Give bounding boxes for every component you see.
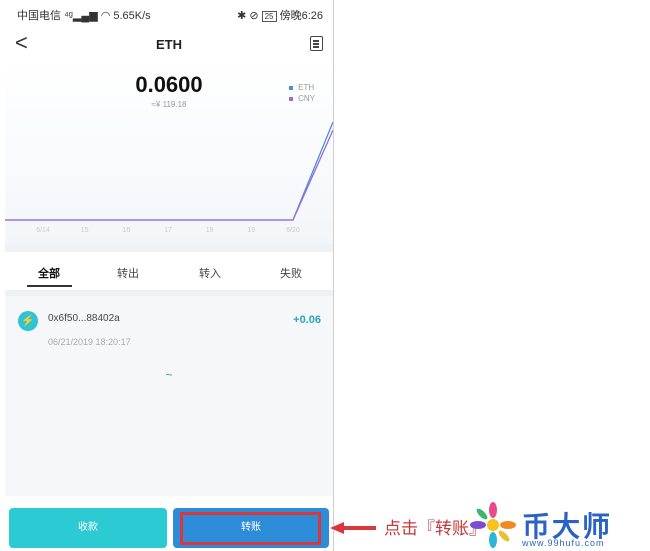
brand-logo-icon [470,502,516,548]
series-line-cny [5,129,333,221]
bluetooth-icon: ✱ ⊘ [237,10,262,22]
net-speed: 5.65K/s [113,10,151,22]
document-icon[interactable] [310,36,323,51]
transaction-list: ⚡ 0x6f50...88402a +0.06 06/21/2019 18:20… [5,296,333,496]
x-tick-label: 15 [81,227,89,234]
tab-incoming[interactable]: 转入 [180,265,240,281]
x-tick-label: 16 [122,227,130,234]
x-tick-label: 19 [247,227,255,234]
nav-bar: < ETH [5,28,333,60]
tab-all[interactable]: 全部 [19,265,79,281]
x-tick-label: 6/20 [286,227,300,234]
filter-tabs: 全部 转出 转入 失败 [5,252,333,290]
signal-icon: ⁴ᵍ▂▄▆ ◠ [64,10,114,22]
tx-amount: +0.06 [293,314,321,326]
tx-address: 0x6f50...88402a [48,313,120,324]
list-end-indicator: ~ [165,368,173,382]
balance-chart: 6/14 15 16 17 18 19 6/20 [5,121,333,234]
active-tab-indicator [27,285,72,287]
tx-date: 06/21/2019 18:20:17 [48,337,131,347]
list-item[interactable]: ⚡ 0x6f50...88402a +0.06 06/21/2019 18:20… [5,296,333,356]
tab-failed[interactable]: 失败 [261,265,321,281]
battery-icon: 25 [261,11,277,22]
carrier: 中国电信 [17,10,61,22]
receive-button[interactable]: 收款 [9,508,167,548]
x-tick-label: 6/14 [36,227,50,234]
tab-outgoing[interactable]: 转出 [98,265,158,281]
screenshot: 中国电信 ⁴ᵍ▂▄▆ ◠ 5.65K/s ✱ ⊘ 25 傍晚6:26 < ETH… [0,0,650,551]
x-tick-label: 18 [206,227,214,234]
x-tick-label: 17 [164,227,172,234]
arrow-left-icon [330,522,376,534]
brand-url: www.99hufu.com [522,538,605,548]
highlight-box [180,512,321,545]
page-title: ETH [156,37,182,52]
status-bar: 中国电信 ⁴ᵍ▂▄▆ ◠ 5.65K/s ✱ ⊘ 25 傍晚6:26 [5,0,333,26]
eth-tx-icon: ⚡ [18,311,38,331]
status-time: 傍晚6:26 [279,10,323,22]
chart-panel: 0.0600 ≈¥ 119.18 ETH CNY 6/14 15 16 17 18 19 6… [5,62,333,244]
series-line-eth [5,121,333,221]
phone-screen: 中国电信 ⁴ᵍ▂▄▆ ◠ 5.65K/s ✱ ⊘ 25 傍晚6:26 < ETH… [5,0,333,551]
